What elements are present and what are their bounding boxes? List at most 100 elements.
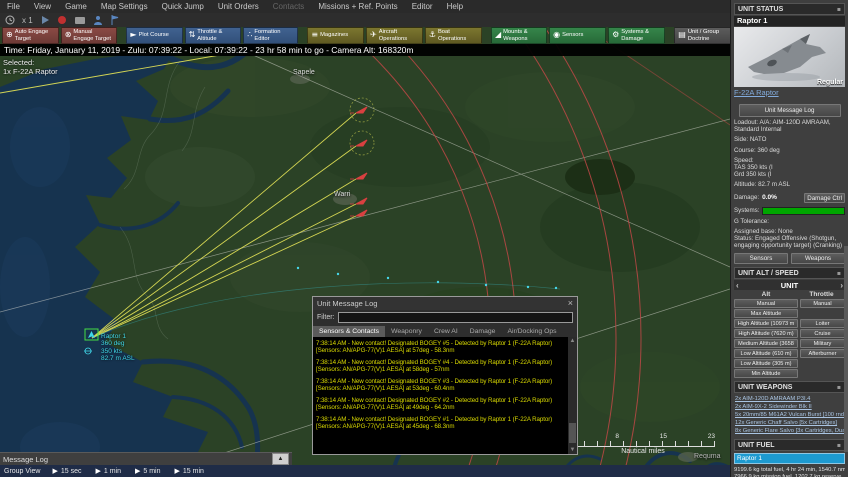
- menu-item[interactable]: Map Settings: [94, 2, 155, 11]
- fuel-info-line: 9199.6 kg total fuel, 4 hr 24 min, 1540.…: [734, 467, 845, 474]
- menu-item[interactable]: View: [27, 2, 58, 11]
- toolbar-button[interactable]: ► Plot Course: [126, 27, 183, 44]
- toolbar-button-icon: ▤: [678, 30, 686, 40]
- scale-tick-label: 15: [659, 433, 667, 440]
- throttle-preset-button[interactable]: Cruise: [800, 329, 845, 339]
- scrollbar-thumb[interactable]: [569, 423, 576, 443]
- log-entry-line2: [Sensors: AN/APG-77(V)1 AESA] at 57deg -…: [316, 347, 455, 354]
- damage-ctrl-button[interactable]: Damage Ctrl: [804, 192, 845, 203]
- unit-weapons-header[interactable]: UNIT WEAPONS ▪: [734, 381, 845, 394]
- expand-icon[interactable]: ▲: [272, 453, 289, 465]
- toolbar-button[interactable]: ⊕ Auto Engage Target: [2, 27, 59, 44]
- weapon-link[interactable]: 8x Generic Flare Salvo [3x Cartridges, D…: [735, 428, 844, 434]
- unit-fuel-header[interactable]: UNIT FUEL ▪: [734, 439, 845, 452]
- pin-icon[interactable]: ▪: [837, 6, 841, 13]
- tab[interactable]: Air/Docking Ops: [501, 326, 562, 337]
- person-icon[interactable]: [93, 15, 103, 25]
- menu-item[interactable]: Game: [58, 2, 94, 11]
- fuel-info: 9199.6 kg total fuel, 4 hr 24 min, 1540.…: [734, 467, 845, 477]
- message-list: 7:38:14 AM - New contact! Designated BOG…: [313, 337, 568, 454]
- menu-item[interactable]: File: [0, 2, 27, 11]
- record-icon[interactable]: [57, 15, 67, 25]
- prev-unit-arrow[interactable]: ‹: [736, 281, 739, 290]
- scrollbar-track[interactable]: [568, 344, 577, 447]
- menu-item[interactable]: Editor: [405, 2, 440, 11]
- unit-message-log-button[interactable]: Unit Message Log: [738, 104, 841, 117]
- weapon-link[interactable]: 2x AIM-9X-2 Sidewinder Blk II: [735, 404, 844, 410]
- play-icon[interactable]: [40, 15, 50, 25]
- fuel-unit-tab[interactable]: Raptor 1: [734, 453, 845, 465]
- status-text: Status: Engaged Offensive (Shotgun, enga…: [734, 235, 843, 250]
- flag-icon[interactable]: [110, 15, 120, 25]
- throttle-preset-button[interactable]: Military: [800, 339, 845, 349]
- tab[interactable]: Weaponry: [385, 326, 428, 337]
- time-compression-button[interactable]: ▶ 15 min: [175, 467, 204, 475]
- toolbar-button[interactable]: ∴ Formation Editor: [243, 27, 299, 44]
- log-entry-line2: [Sensors: AN/APG-77(V)1 AESA] at 49deg -…: [316, 404, 455, 411]
- log-entry: 7:38:14 AM - New contact! Designated BOG…: [316, 378, 565, 392]
- pin-icon[interactable]: ▪: [837, 442, 841, 449]
- scroll-down-icon[interactable]: ▼: [570, 447, 576, 453]
- tab[interactable]: Crew AI: [428, 326, 464, 337]
- time-compression-button[interactable]: ▶ 1 min: [95, 467, 121, 475]
- window-title-bar[interactable]: Unit Message Log ×: [313, 297, 577, 310]
- unit-alt-speed-header[interactable]: UNIT ALT / SPEED ▪: [734, 267, 845, 280]
- toolbar-button[interactable]: ⚙ Systems & Damage: [608, 27, 666, 44]
- toolbar-button[interactable]: ▤ Unit / Group Doctrine: [674, 27, 732, 44]
- toolbar-button[interactable]: ✈ Aircraft Operations: [366, 27, 423, 44]
- pin-icon[interactable]: ▪: [837, 384, 841, 391]
- filter-input[interactable]: [337, 312, 573, 323]
- proficiency-badge: Regular: [816, 79, 843, 86]
- next-unit-arrow[interactable]: ›: [840, 281, 843, 290]
- toolbar-button[interactable]: ≡ Magazines: [307, 27, 365, 44]
- menu-item[interactable]: Quick Jump: [155, 2, 211, 11]
- map-viewport[interactable]: Time: Friday, January 11, 2019 - Zulu: 0…: [0, 27, 730, 477]
- altitude-preset-button[interactable]: Low Altitude (610 m): [734, 349, 798, 359]
- time-compression-button[interactable]: ▶ 15 sec: [52, 467, 81, 475]
- altitude-preset-button[interactable]: Max Altitude: [734, 309, 798, 319]
- toolbar-button[interactable]: ◢ Mounts & Weapons: [490, 27, 548, 44]
- toolbar-button-icon: ⊕: [6, 30, 13, 40]
- map-label-warri: Warri: [334, 191, 351, 198]
- pin-icon[interactable]: ▪: [837, 270, 841, 277]
- altitude-preset-button[interactable]: Medium Altitude (3658: [734, 339, 798, 349]
- sensors-button[interactable]: Sensors: [734, 253, 788, 265]
- log-entry-line2: [Sensors: AN/APG-77(V)1 AESA] at 45deg -…: [316, 423, 455, 430]
- scrollbar[interactable]: ▲ ▼: [568, 337, 577, 454]
- weapon-link[interactable]: 12x Generic Chaff Salvo [5x Cartridges]: [735, 420, 844, 426]
- altitude-preset-button[interactable]: Manual: [734, 299, 798, 309]
- throttle-preset-button[interactable]: Manual: [800, 299, 845, 309]
- screenshot-icon[interactable]: [74, 15, 86, 25]
- clock-icon[interactable]: [5, 15, 15, 25]
- altitude-preset-button[interactable]: Min Altitude: [734, 369, 798, 379]
- toolbar-button[interactable]: ⚓ Boat Operations: [424, 27, 482, 44]
- unit-type-link[interactable]: F-22A Raptor: [734, 88, 845, 97]
- altitude-preset-button[interactable]: High Altitude (10973 m: [734, 319, 798, 329]
- throttle-preset-button[interactable]: Loiter: [800, 319, 845, 329]
- menu-item[interactable]: Unit Orders: [211, 2, 266, 11]
- unit-status-header[interactable]: UNIT STATUS ▪: [734, 3, 845, 15]
- menu-item[interactable]: Contacts: [266, 2, 312, 11]
- toolbar-button[interactable]: ⊗ Manual Engage Target: [60, 27, 118, 44]
- tab[interactable]: Sensors & Contacts: [313, 326, 386, 337]
- time-compression-button[interactable]: ▶ 5 min: [135, 467, 161, 475]
- group-view-label[interactable]: Group View: [4, 468, 40, 475]
- weapon-link[interactable]: 2x AIM-120D AMRAAM P3I.4: [735, 396, 844, 402]
- map-scale: 081523 Nautical miles: [571, 433, 715, 455]
- throttle-preset-button[interactable]: Afterburner: [800, 349, 845, 359]
- loadout-text: Loadout: A/A: AIM-120D AMRAAM, Standard …: [734, 119, 831, 134]
- menu-item[interactable]: Help: [440, 2, 470, 11]
- toolbar-button[interactable]: ⇅ Throttle & Altitude: [184, 27, 242, 44]
- toolbar-button[interactable]: ◉ Sensors: [549, 27, 607, 44]
- weapons-button[interactable]: Weapons: [791, 253, 845, 265]
- weapon-link[interactable]: 5x 20mm/85 M61A2 Vulcan Burst [100 rnds]: [735, 412, 844, 418]
- altitude-preset-button[interactable]: High Altitude (7620 m): [734, 329, 798, 339]
- toolbar-button-label: Systems & Damage: [621, 29, 649, 42]
- altitude-preset-button[interactable]: Low Altitude (305 m): [734, 359, 798, 369]
- close-icon[interactable]: ×: [568, 299, 573, 308]
- message-log-bar[interactable]: Message Log ▲: [0, 452, 292, 465]
- toolbar: ⊕ Auto Engage Target ⊗ Manual Engage Tar…: [2, 27, 792, 44]
- menu-item[interactable]: Missions + Ref. Points: [311, 2, 404, 11]
- panel-scrollbar[interactable]: [844, 246, 848, 452]
- tab[interactable]: Damage: [464, 326, 502, 337]
